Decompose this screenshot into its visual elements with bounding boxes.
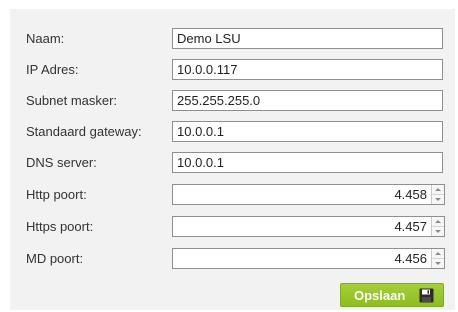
dns-server-label: DNS server: — [26, 155, 97, 170]
subnet-mask-row: Subnet masker: — [10, 88, 455, 113]
save-button[interactable]: Opslaan — [340, 283, 444, 307]
http-port-stepper — [172, 184, 445, 205]
dns-server-row: DNS server: — [10, 150, 455, 175]
default-gateway-label: Standaard gateway: — [26, 124, 142, 139]
name-field[interactable] — [172, 28, 443, 49]
http-port-field[interactable] — [173, 185, 429, 204]
name-label: Naam: — [26, 31, 65, 46]
md-port-increment-button[interactable] — [432, 249, 444, 259]
name-row: Naam: — [10, 26, 455, 51]
md-port-decrement-button[interactable] — [432, 259, 444, 268]
https-port-label: Https poort: — [26, 219, 94, 234]
arrow-down-icon — [435, 262, 441, 265]
http-port-increment-button[interactable] — [432, 185, 444, 195]
arrow-down-icon — [435, 198, 441, 201]
http-port-label: Http poort: — [26, 187, 87, 202]
default-gateway-field[interactable] — [172, 121, 443, 142]
subnet-mask-label: Subnet masker: — [26, 93, 118, 108]
https-port-decrement-button[interactable] — [432, 227, 444, 236]
https-port-field[interactable] — [173, 217, 429, 236]
md-port-stepper — [172, 248, 445, 269]
arrow-down-icon — [435, 230, 441, 233]
arrow-up-icon — [435, 220, 441, 223]
network-settings-panel: Naam: IP Adres: Subnet masker: Standaard… — [10, 9, 455, 310]
md-port-field[interactable] — [173, 249, 429, 268]
save-button-label: Opslaan — [354, 287, 406, 303]
ip-address-row: IP Adres: — [10, 57, 455, 82]
http-port-decrement-button[interactable] — [432, 195, 444, 204]
https-port-stepper — [172, 216, 445, 237]
ip-address-label: IP Adres: — [26, 62, 79, 77]
floppy-disk-icon — [419, 288, 434, 303]
http-port-spinner — [431, 185, 444, 204]
https-port-increment-button[interactable] — [432, 217, 444, 227]
https-port-row: Https poort: — [10, 214, 455, 239]
arrow-up-icon — [435, 252, 441, 255]
http-port-row: Http poort: — [10, 182, 455, 207]
arrow-up-icon — [435, 188, 441, 191]
md-port-spinner — [431, 249, 444, 268]
md-port-row: MD poort: — [10, 246, 455, 271]
subnet-mask-field[interactable] — [172, 90, 443, 111]
dns-server-field[interactable] — [172, 152, 443, 173]
ip-address-field[interactable] — [172, 59, 443, 80]
https-port-spinner — [431, 217, 444, 236]
md-port-label: MD poort: — [26, 251, 84, 266]
default-gateway-row: Standaard gateway: — [10, 119, 455, 144]
